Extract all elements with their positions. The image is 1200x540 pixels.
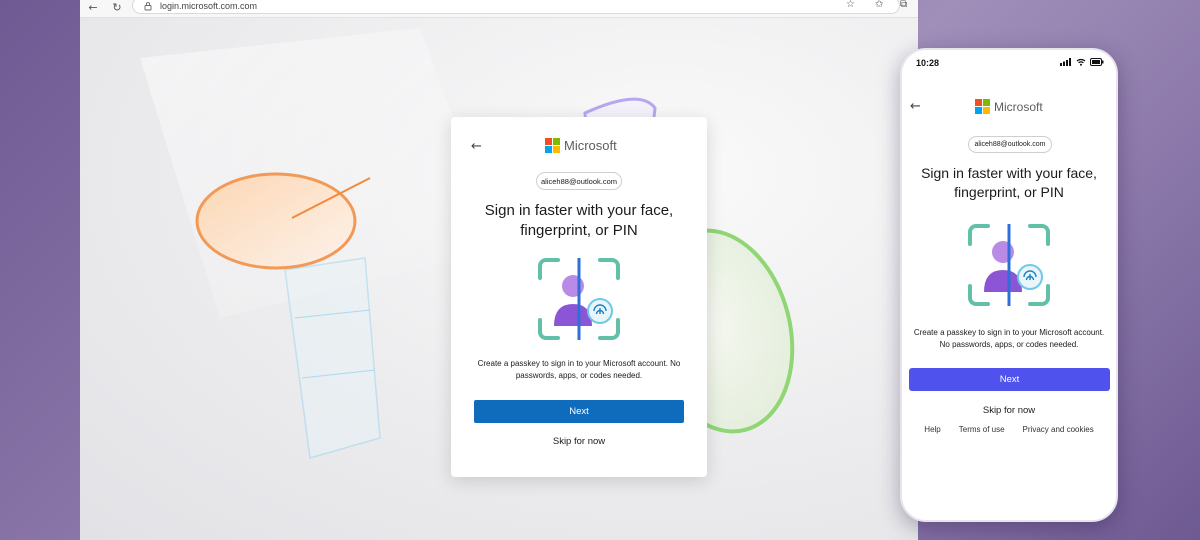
terms-of-use-link[interactable]: Terms of use xyxy=(959,425,1005,434)
refresh-icon[interactable]: ↻ xyxy=(110,0,124,14)
phone-next-button[interactable]: Next xyxy=(909,368,1110,391)
favorites-icon[interactable]: ✩ xyxy=(875,0,883,10)
back-icon[interactable]: ← xyxy=(86,0,100,14)
skip-for-now-link[interactable]: Skip for now xyxy=(529,436,629,447)
phone-footer-links: Help Terms of use Privacy and cookies xyxy=(902,425,1116,434)
extensions-icon[interactable]: ⧉ xyxy=(900,0,907,10)
passkey-face-scan-icon xyxy=(538,258,620,340)
favorite-add-icon[interactable]: ☆ xyxy=(846,0,855,10)
browser-window: ← ↻ login.microsoft.com.com ☆ ✩ ⧉ ← Micr… xyxy=(80,0,918,540)
status-time: 10:28 xyxy=(916,58,940,68)
page-title: Sign in faster with your face, fingerpri… xyxy=(484,202,674,239)
back-arrow-icon[interactable]: ← xyxy=(471,140,482,153)
phone-skip-for-now-link[interactable]: Skip for now xyxy=(959,405,1059,416)
phone-microsoft-logo: Microsoft xyxy=(975,99,1043,114)
address-url: login.microsoft.com.com xyxy=(160,1,258,11)
signal-icon xyxy=(1060,58,1071,66)
status-icons xyxy=(1060,58,1104,66)
account-email[interactable]: aliceh88@outlook.com xyxy=(536,172,622,190)
address-bar[interactable]: login.microsoft.com.com xyxy=(132,0,900,14)
browser-toolbar: ← ↻ login.microsoft.com.com ☆ ✩ ⧉ xyxy=(80,0,918,18)
phone-microsoft-logo-icon xyxy=(975,99,990,114)
lock-icon xyxy=(144,1,152,10)
phone-account-email[interactable]: aliceh88@outlook.com xyxy=(968,136,1052,153)
wifi-icon xyxy=(1076,58,1086,66)
battery-icon xyxy=(1090,58,1104,66)
phone-passkey-face-scan-icon xyxy=(968,224,1050,306)
phone-back-arrow-icon[interactable]: ← xyxy=(910,100,921,113)
phone-page-title: Sign in faster with your face, fingerpri… xyxy=(921,165,1097,200)
phone-brand-name: Microsoft xyxy=(994,99,1043,114)
microsoft-logo: Microsoft xyxy=(545,138,617,153)
help-link[interactable]: Help xyxy=(924,425,940,434)
microsoft-logo-icon xyxy=(545,138,560,153)
page-description: Create a passkey to sign in to your Micr… xyxy=(477,359,681,380)
next-button[interactable]: Next xyxy=(474,400,684,423)
brand-name: Microsoft xyxy=(564,138,617,153)
phone-page-description: Create a passkey to sign in to your Micr… xyxy=(913,328,1105,349)
phone-frame: 10:28 ← Microsoft aliceh88@outlook.com S… xyxy=(900,48,1118,522)
page-background: ← Microsoft aliceh88@outlook.com Sign in… xyxy=(80,18,918,540)
sign-in-card: ← Microsoft aliceh88@outlook.com Sign in… xyxy=(451,117,707,477)
privacy-and-cookies-link[interactable]: Privacy and cookies xyxy=(1023,425,1094,434)
